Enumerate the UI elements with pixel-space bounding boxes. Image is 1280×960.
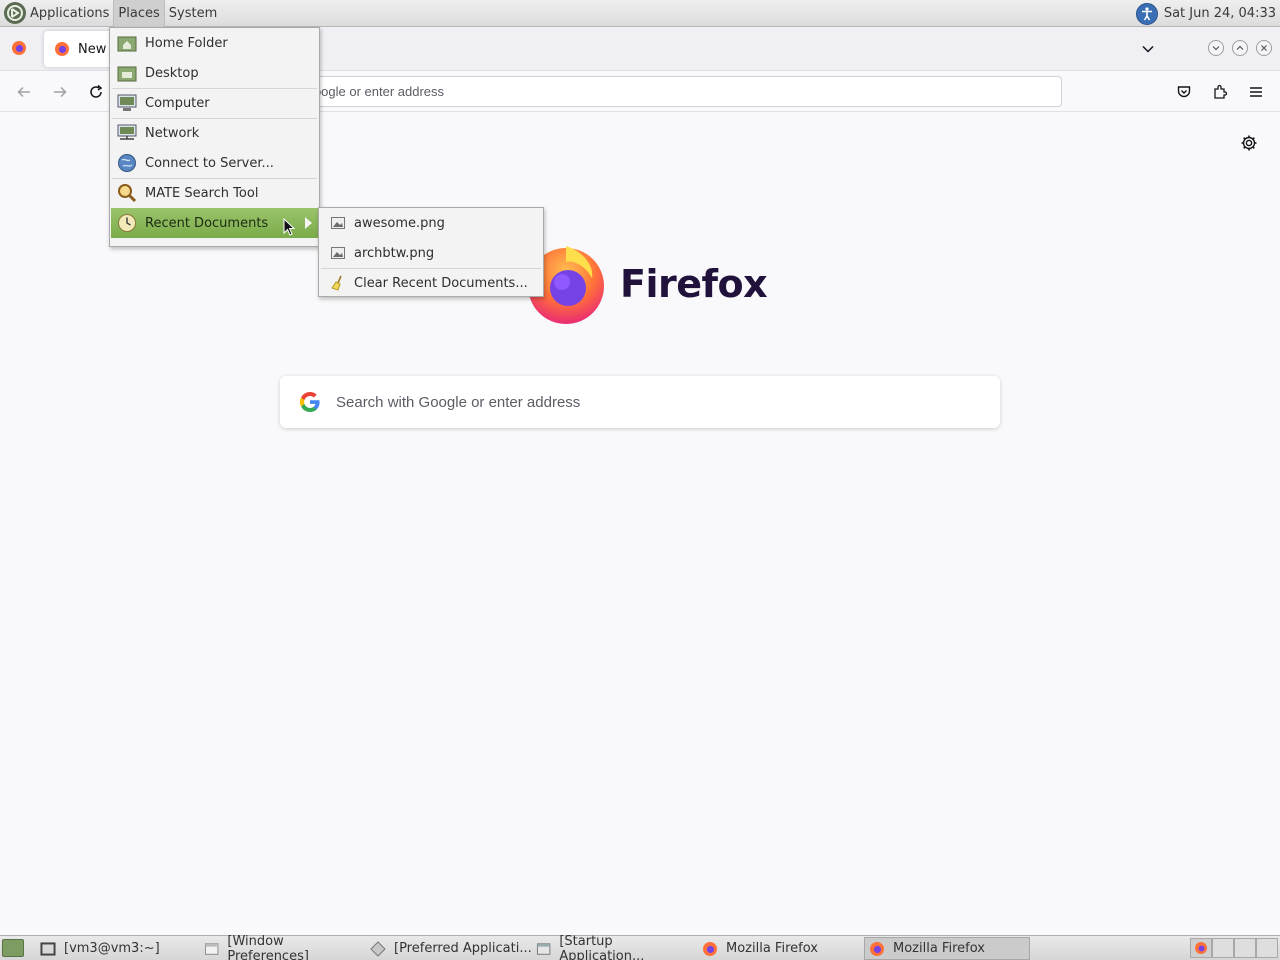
task-terminal[interactable]: [vm3@vm3:~] [36,937,198,960]
task-window-preferences[interactable]: [Window Preferences] [200,933,364,960]
task-label: [vm3@vm3:~] [64,941,160,956]
extensions-icon[interactable] [1209,81,1231,103]
network-icon [117,123,137,143]
gear-icon[interactable] [1238,132,1260,154]
image-file-icon [331,217,345,229]
terminal-icon [40,942,56,955]
menu-item-desktop[interactable]: Desktop [111,58,318,88]
menu-item-label: MATE Search Tool [145,185,259,201]
search-input[interactable]: Search with Google or enter address [280,376,1000,428]
task-label: [Window Preferences] [227,933,309,960]
recent-item-label: awesome.png [354,215,445,231]
task-startup-applications[interactable]: [Startup Application... [532,933,696,960]
clock-icon [117,213,137,233]
broom-icon [331,275,342,291]
firefox-branding: Firefox [524,242,768,326]
image-file-icon [331,247,345,259]
menu-item-label: Connect to Server... [145,155,274,171]
mouse-cursor-icon [283,218,295,236]
desktop-icon [117,63,137,83]
task-preferred-applications[interactable]: [Preferred Applicati... [366,937,532,960]
applications-menu[interactable]: Applications [26,0,113,27]
menu-item-computer[interactable]: Computer [111,88,318,118]
chevron-down-icon[interactable] [1138,39,1158,59]
recent-item-label: Clear Recent Documents... [354,275,528,291]
task-label: [Startup Application... [559,933,645,960]
task-mozilla-firefox-1[interactable]: Mozilla Firefox [698,937,862,960]
show-desktop-icon[interactable] [2,939,24,957]
magnifier-icon [117,183,137,203]
recent-item-label: archbtw.png [354,245,435,261]
task-label: Mozilla Firefox [726,941,818,956]
maximize-button[interactable] [1232,40,1248,56]
task-mozilla-firefox-2[interactable]: Mozilla Firefox [864,937,1030,960]
globe-icon [117,153,137,173]
menu-item-label: Network [145,125,200,141]
workspace-4[interactable] [1256,938,1278,958]
menu-item-network[interactable]: Network [111,118,318,148]
submenu-arrow-icon [305,217,312,229]
firefox-icon [55,42,69,56]
firefox-icon [870,941,884,956]
close-button[interactable] [1256,40,1272,56]
back-button[interactable] [13,81,35,103]
accessibility-icon[interactable] [1135,2,1158,25]
menu-item-label: Computer [145,95,210,111]
forward-button[interactable] [49,81,71,103]
url-bar[interactable]: n Google or enter address [280,76,1062,107]
workspace-1[interactable] [1190,938,1212,958]
google-icon [300,392,320,412]
window-icon [204,942,219,955]
minimize-button[interactable] [1208,40,1224,56]
preferences-icon [370,940,386,957]
pocket-icon[interactable] [1173,81,1195,103]
bottom-taskbar: [vm3@vm3:~] [Window Preferences] [Prefer… [0,933,1280,960]
home-folder-icon [117,33,137,53]
top-panel: Applications Places System Sat Jun 24, 0… [0,0,1280,27]
menu-item-mate-search-tool[interactable]: MATE Search Tool [111,178,318,208]
workspace-2[interactable] [1212,938,1234,958]
hamburger-menu-icon[interactable] [1245,81,1267,103]
window-icon [536,942,551,955]
clock[interactable]: Sat Jun 24, 04:33 [1164,6,1276,21]
task-label: Mozilla Firefox [893,941,985,956]
task-label: [Preferred Applicati... [394,941,532,956]
places-menu: Home Folder Desktop Computer Network Con… [109,27,320,247]
menu-item-home-folder[interactable]: Home Folder [111,28,318,58]
menu-item-connect-to-server[interactable]: Connect to Server... [111,148,318,178]
firefox-icon [703,941,717,956]
search-placeholder: Search with Google or enter address [336,393,581,411]
menu-item-label: Recent Documents [145,215,269,231]
clear-recent-documents-item[interactable]: Clear Recent Documents... [320,268,542,298]
computer-icon [117,93,137,113]
recent-item-archbtw-png[interactable]: archbtw.png [320,238,542,268]
workspace-3[interactable] [1234,938,1256,958]
reload-button[interactable] [85,81,107,103]
firefox-icon [1195,942,1207,954]
system-menu[interactable]: System [165,0,221,27]
firefox-view-icon[interactable] [11,40,27,56]
places-menu-button[interactable]: Places [113,0,165,27]
mate-logo-icon[interactable] [4,2,26,24]
recent-item-awesome-png[interactable]: awesome.png [320,208,542,238]
recent-documents-submenu: awesome.png archbtw.png Clear Recent Doc… [318,207,544,297]
firefox-wordmark: Firefox [620,262,768,306]
menu-item-label: Desktop [145,65,199,81]
menu-item-label: Home Folder [145,35,228,51]
